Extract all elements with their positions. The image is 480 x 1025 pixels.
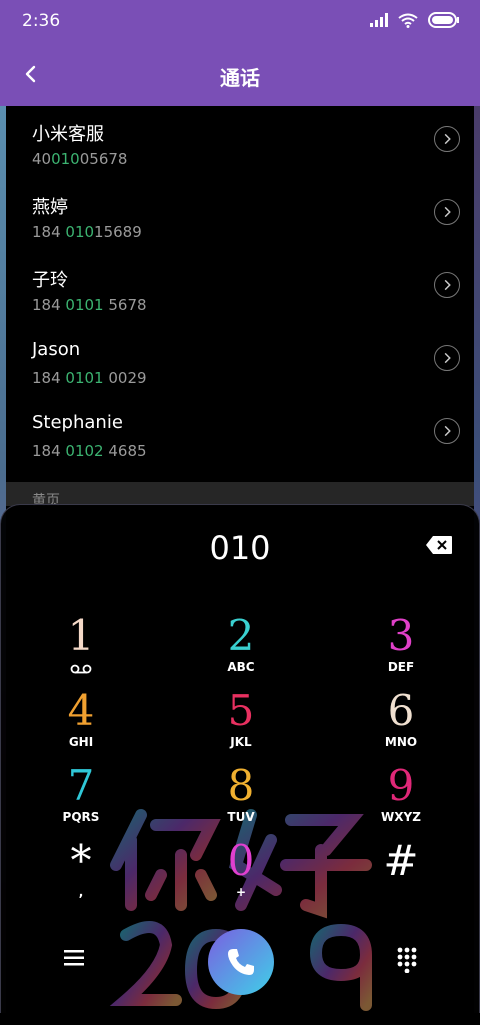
dial-key-4[interactable]: 4 GHI [21, 688, 141, 758]
dial-key-star[interactable]: * , [21, 838, 141, 908]
chevron-right-icon[interactable] [434, 272, 460, 298]
contact-name: 小米客服 [32, 124, 104, 145]
chevron-right-icon[interactable] [434, 345, 460, 371]
dial-key-1[interactable]: 1 [21, 613, 141, 683]
backspace-icon[interactable] [425, 535, 453, 555]
contact-name: 子玲 [32, 270, 68, 291]
chevron-right-icon[interactable] [434, 126, 460, 152]
dial-key-digit: * [70, 836, 92, 885]
keypad-icon[interactable] [397, 947, 417, 973]
dial-key-digit: # [383, 836, 419, 885]
app-bar: 通话 [0, 44, 480, 106]
voicemail-icon [70, 664, 92, 674]
dial-key-digit: 3 [387, 611, 415, 660]
dial-key-digit: 1 [67, 611, 95, 660]
wifi-icon [398, 13, 418, 28]
dial-key-letters: DEF [387, 660, 415, 674]
dial-key-2[interactable]: 2 ABC [181, 613, 301, 683]
page-title: 通话 [220, 66, 260, 90]
menu-icon[interactable] [64, 949, 84, 967]
dial-key-8[interactable]: 8 TUV [181, 763, 301, 833]
chevron-right-icon[interactable] [434, 199, 460, 225]
contact-number: 184 01015689 [32, 223, 142, 241]
dial-key-digit: 2 [227, 611, 255, 660]
dial-key-digit: 9 [387, 761, 415, 810]
dial-key-5[interactable]: 5 JKL [181, 688, 301, 758]
contact-list[interactable]: 小米客服 4001005678 燕婷 184 01015689 子玲 184 0… [6, 106, 474, 484]
dial-key-9[interactable]: 9 WXYZ [341, 763, 461, 833]
dial-key-letters: JKL [230, 735, 252, 749]
battery-icon [428, 12, 459, 28]
dialed-number: 010 [209, 529, 271, 567]
section-header: 黄页 [6, 482, 474, 509]
dial-key-3[interactable]: 3 DEF [341, 613, 461, 683]
status-icons [370, 12, 460, 28]
contact-row[interactable]: 燕婷 184 01015689 [6, 179, 474, 252]
dial-key-letters: WXYZ [381, 810, 421, 824]
dial-key-hash[interactable]: # [341, 838, 461, 908]
dial-key-0[interactable]: 0 + [181, 838, 301, 908]
dial-key-digit: 7 [67, 761, 95, 810]
chevron-right-icon[interactable] [434, 418, 460, 444]
status-bar: 2:36 [0, 0, 480, 44]
contact-row[interactable]: 小米客服 4001005678 [6, 106, 474, 179]
dial-key-digit: 6 [387, 686, 415, 735]
dial-key-digit: 4 [67, 686, 95, 735]
dial-key-letters: GHI [68, 735, 94, 749]
contact-name: 燕婷 [32, 197, 68, 218]
contact-number: 184 0102 4685 [32, 442, 147, 460]
dial-key-digit: 5 [227, 686, 255, 735]
contact-number: 184 0101 0029 [32, 369, 147, 387]
contact-row[interactable]: Jason 184 0101 0029 [6, 325, 474, 398]
signal-icon [370, 13, 388, 27]
dial-key-6[interactable]: 6 MNO [341, 688, 461, 758]
dial-key-7[interactable]: 7 PQRS [21, 763, 141, 833]
contact-row[interactable]: 子玲 184 0101 5678 [6, 252, 474, 325]
dial-key-letters: + [235, 885, 247, 899]
dial-key-digit: 8 [227, 761, 255, 810]
status-time: 2:36 [22, 11, 61, 31]
call-button[interactable] [208, 929, 274, 995]
dialer-panel: 010 1 2 ABC 3 DEF 4 GHI 5 JKL 6 MNO 7 PQ… [0, 504, 480, 1013]
dial-key-letters: TUV [227, 810, 255, 824]
dial-key-letters: PQRS [62, 810, 100, 824]
contact-number: 184 0101 5678 [32, 296, 147, 314]
dial-key-letters: MNO [384, 735, 418, 749]
contact-number: 4001005678 [32, 150, 128, 168]
dial-key-digit: 0 [227, 836, 255, 885]
contact-name: Jason [32, 339, 81, 360]
dial-key-letters: ABC [227, 660, 255, 674]
contact-row[interactable]: Stephanie 184 0102 4685 [6, 398, 474, 471]
contact-name: Stephanie [32, 412, 123, 433]
dial-key-letters: , [78, 885, 84, 899]
phone-icon [228, 949, 254, 975]
